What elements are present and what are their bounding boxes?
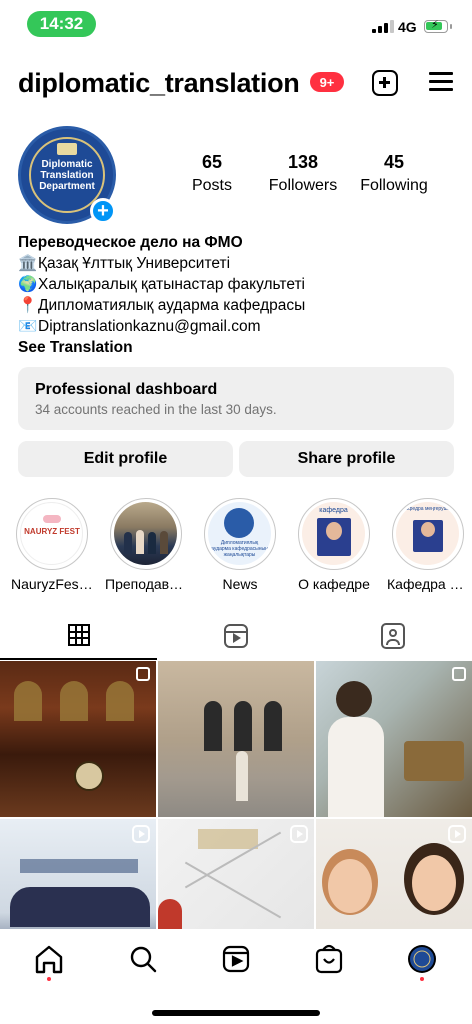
building-logo-icon bbox=[57, 143, 77, 155]
followers-label: Followers bbox=[268, 177, 338, 194]
highlight-nauryzfest[interactable]: NAURYZ FEST NauryzFest... bbox=[11, 498, 93, 592]
profile-header: diplomatic_translation 9+ bbox=[18, 62, 458, 108]
add-story-icon[interactable]: + bbox=[90, 198, 116, 224]
post-tile[interactable] bbox=[158, 819, 314, 929]
bio-line: 📍Дипломатиялық аударма кафедрасы bbox=[18, 295, 458, 316]
stat-followers[interactable]: 138 Followers bbox=[253, 152, 353, 195]
highlight-about[interactable]: кафедра О кафедре bbox=[293, 498, 375, 592]
professional-dashboard[interactable]: Professional dashboard 34 accounts reach… bbox=[18, 367, 454, 430]
post-tile[interactable] bbox=[0, 661, 156, 817]
highlight-label: Кафедра ту... bbox=[387, 576, 469, 592]
following-count: 45 bbox=[383, 152, 405, 172]
share-profile-button[interactable]: Share profile bbox=[239, 441, 454, 477]
see-translation-link[interactable]: See Translation bbox=[18, 337, 458, 358]
followers-count: 138 bbox=[287, 152, 319, 172]
bio-line: 🏛️Қазақ Ұлттық Университеті bbox=[18, 253, 458, 274]
post-grid bbox=[0, 661, 472, 929]
pin-emoji-icon: 📍 bbox=[18, 297, 38, 314]
status-time: 14:32 bbox=[27, 11, 96, 37]
stat-posts[interactable]: 65 Posts bbox=[162, 152, 262, 195]
avatar-text-line1: Diplomatic bbox=[41, 159, 93, 170]
reel-icon bbox=[448, 825, 466, 843]
network-type: 4G bbox=[398, 19, 417, 35]
profile-notification-dot bbox=[420, 977, 424, 981]
profile-avatar-icon[interactable] bbox=[408, 945, 436, 973]
signal-icon bbox=[372, 20, 394, 33]
bio-text: Халықаралық қатынастар факультеті bbox=[38, 276, 305, 293]
globe-emoji-icon: 🌍 bbox=[18, 276, 38, 293]
posts-label: Posts bbox=[191, 177, 232, 194]
highlight-label: О кафедре bbox=[298, 576, 370, 592]
reel-icon bbox=[290, 825, 308, 843]
home-notification-dot bbox=[47, 977, 51, 981]
multiple-photos-icon bbox=[452, 667, 466, 681]
post-tile[interactable] bbox=[158, 661, 314, 817]
highlight-cover-text: кафедра bbox=[319, 507, 348, 514]
bio-text: Қазақ Ұлттық Университеті bbox=[38, 255, 231, 272]
highlight-news[interactable]: Дипломатиялық аударма кафедрасының жаңал… bbox=[199, 498, 281, 592]
dashboard-subtitle: 34 accounts reached in the last 30 days. bbox=[35, 402, 277, 417]
battery-icon: ⚡ bbox=[424, 19, 452, 33]
bio-text: Дипломатиялық аударма кафедрасы bbox=[38, 297, 306, 314]
content-tabs bbox=[0, 614, 472, 660]
highlight-label: News bbox=[222, 576, 258, 592]
search-icon[interactable] bbox=[130, 946, 157, 973]
grid-icon[interactable] bbox=[68, 624, 90, 646]
bio-line: 📧Diptranslationkaznu@gmail.com bbox=[18, 316, 458, 337]
bottom-nav-icons bbox=[35, 944, 436, 974]
highlight-cover-text: NAURYZ FEST bbox=[24, 527, 80, 536]
tagged-icon[interactable] bbox=[381, 623, 405, 649]
highlight-cover-text: Дипломатиялық аударма кафедрасының жаңал… bbox=[211, 540, 268, 558]
bio-line: 🌍Халықаралық қатынастар факультеті bbox=[18, 274, 458, 295]
create-post-icon[interactable] bbox=[372, 70, 398, 96]
post-tile[interactable] bbox=[0, 819, 156, 929]
notification-badge[interactable]: 9+ bbox=[310, 72, 344, 92]
dashboard-title: Professional dashboard bbox=[35, 381, 218, 398]
following-label: Following bbox=[360, 177, 428, 194]
highlight-label: NauryzFest... bbox=[11, 576, 93, 592]
highlight-teachers[interactable]: Преподава... bbox=[105, 498, 187, 592]
building-emoji-icon: 🏛️ bbox=[18, 255, 38, 272]
highlight-cover-text: Кафедра меңгерушісі bbox=[402, 506, 453, 512]
highlight-head-of-department[interactable]: Кафедра меңгерушісі Кафедра ту... bbox=[387, 498, 469, 592]
reel-icon bbox=[132, 825, 150, 843]
bio-email[interactable]: Diptranslationkaznu@gmail.com bbox=[38, 318, 261, 335]
home-icon[interactable] bbox=[35, 945, 63, 974]
post-tile[interactable] bbox=[316, 661, 472, 817]
mail-emoji-icon: 📧 bbox=[18, 318, 38, 335]
multiple-photos-icon bbox=[136, 667, 150, 681]
edit-profile-button[interactable]: Edit profile bbox=[18, 441, 233, 477]
posts-count: 65 bbox=[201, 152, 223, 172]
reels-tab-icon[interactable] bbox=[224, 624, 248, 648]
active-tab-indicator bbox=[0, 658, 157, 660]
username[interactable]: diplomatic_translation bbox=[18, 68, 300, 99]
reels-icon[interactable] bbox=[222, 945, 250, 973]
profile-name: Переводческое дело на ФМО bbox=[18, 234, 243, 251]
bottom-nav bbox=[0, 930, 472, 1024]
bio: Переводческое дело на ФМО 🏛️Қазақ Ұлттық… bbox=[18, 232, 458, 358]
avatar-text-line3: Department bbox=[39, 181, 95, 192]
menu-icon[interactable] bbox=[429, 72, 453, 92]
highlight-label: Преподава... bbox=[105, 576, 187, 592]
stat-following[interactable]: 45 Following bbox=[344, 152, 444, 195]
home-indicator bbox=[152, 1010, 320, 1016]
shop-icon[interactable] bbox=[315, 944, 343, 974]
status-bar: 14:32 4G ⚡ bbox=[0, 0, 472, 48]
post-tile[interactable] bbox=[316, 819, 472, 929]
avatar-text-line2: Translation bbox=[40, 170, 94, 181]
